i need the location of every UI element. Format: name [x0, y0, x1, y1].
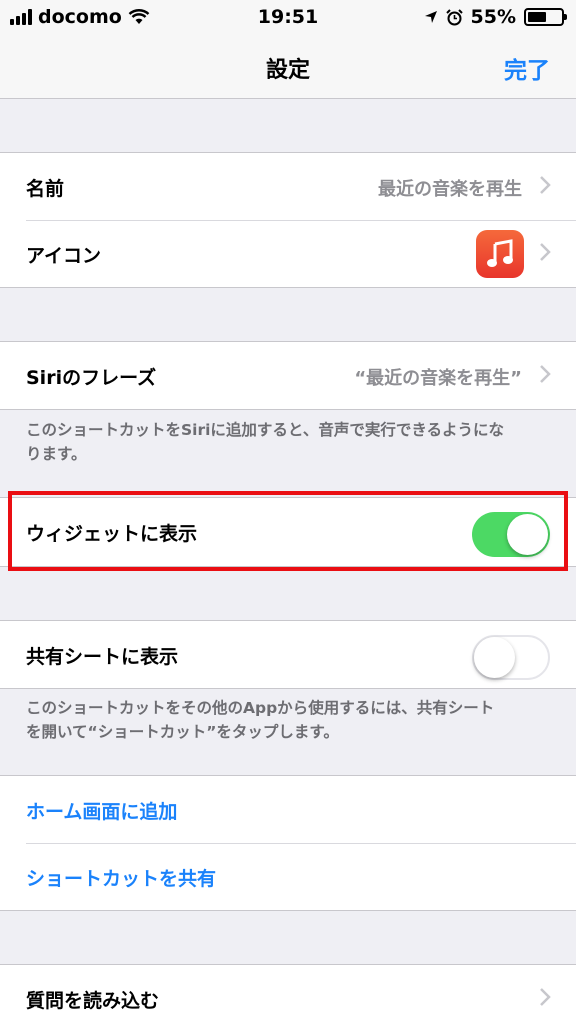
- import-questions-row[interactable]: 質問を読み込む: [0, 965, 576, 1032]
- share-sheet-section: 共有シートに表示: [0, 620, 576, 689]
- battery-fill: [528, 12, 546, 22]
- share-sheet-footer-note: このショートカットをその他のAppから使用するには、共有シート を開いて“ショー…: [26, 696, 556, 744]
- name-icon-section: 名前 最近の音楽を再生 アイコン: [0, 152, 576, 288]
- name-value: 最近の音楽を再生: [378, 179, 522, 200]
- done-button[interactable]: 完了: [504, 51, 550, 85]
- name-row[interactable]: 名前 最近の音楽を再生: [0, 153, 576, 220]
- music-app-icon: [476, 230, 524, 278]
- siri-phrase-row[interactable]: Siriのフレーズ “最近の音楽を再生”: [0, 342, 576, 409]
- share-sheet-row: 共有シートに表示: [0, 621, 576, 688]
- alarm-icon: [445, 8, 463, 25]
- music-note-icon: [487, 239, 513, 267]
- icon-row[interactable]: アイコン: [0, 220, 576, 287]
- share-note-line1: このショートカットをその他のAppから使用するには、共有シート: [26, 699, 495, 717]
- widget-section: ウィジェットに表示: [0, 497, 576, 567]
- status-right: 55%: [424, 6, 567, 28]
- widget-toggle[interactable]: [472, 512, 550, 557]
- chevron-right-icon: [540, 243, 551, 261]
- share-sheet-toggle[interactable]: [472, 635, 550, 680]
- icon-label: アイコン: [26, 245, 102, 267]
- widget-row: ウィジェットに表示: [0, 498, 576, 566]
- chevron-right-icon: [540, 365, 551, 383]
- siri-note-line2: ります。: [26, 445, 87, 463]
- actions-section: ホーム画面に追加 ショートカットを共有: [0, 775, 576, 911]
- widget-label: ウィジェットに表示: [26, 523, 198, 545]
- siri-phrase-label: Siriのフレーズ: [26, 367, 157, 389]
- siri-note-line1: このショートカットをSiriに追加すると、音声で実行できるようにな: [26, 421, 505, 439]
- battery-icon: [524, 8, 567, 26]
- chevron-right-icon: [540, 988, 551, 1006]
- import-questions-label: 質問を読み込む: [26, 990, 160, 1012]
- name-label: 名前: [26, 178, 65, 200]
- siri-footer-note: このショートカットをSiriに追加すると、音声で実行できるようにな ります。: [26, 418, 556, 466]
- share-sheet-label: 共有シートに表示: [26, 646, 179, 668]
- add-to-home-row[interactable]: ホーム画面に追加: [0, 776, 576, 843]
- share-note-line2: を開いて“ショートカット”をタップします。: [26, 723, 339, 741]
- siri-section: Siriのフレーズ “最近の音楽を再生”: [0, 341, 576, 410]
- import-section: 質問を読み込む: [0, 964, 576, 1032]
- battery-percent: 55%: [470, 6, 516, 28]
- add-to-home-button[interactable]: ホーム画面に追加: [26, 797, 177, 824]
- chevron-right-icon: [540, 176, 551, 194]
- siri-phrase-value: “最近の音楽を再生”: [354, 368, 522, 389]
- navigation-bar: 設定 完了: [0, 36, 576, 99]
- share-shortcut-button[interactable]: ショートカットを共有: [26, 864, 216, 891]
- status-bar: docomo 19:51 55%: [0, 0, 576, 36]
- page-title: 設定: [265, 58, 310, 83]
- location-arrow-icon: [424, 11, 437, 23]
- share-shortcut-row[interactable]: ショートカットを共有: [0, 843, 576, 910]
